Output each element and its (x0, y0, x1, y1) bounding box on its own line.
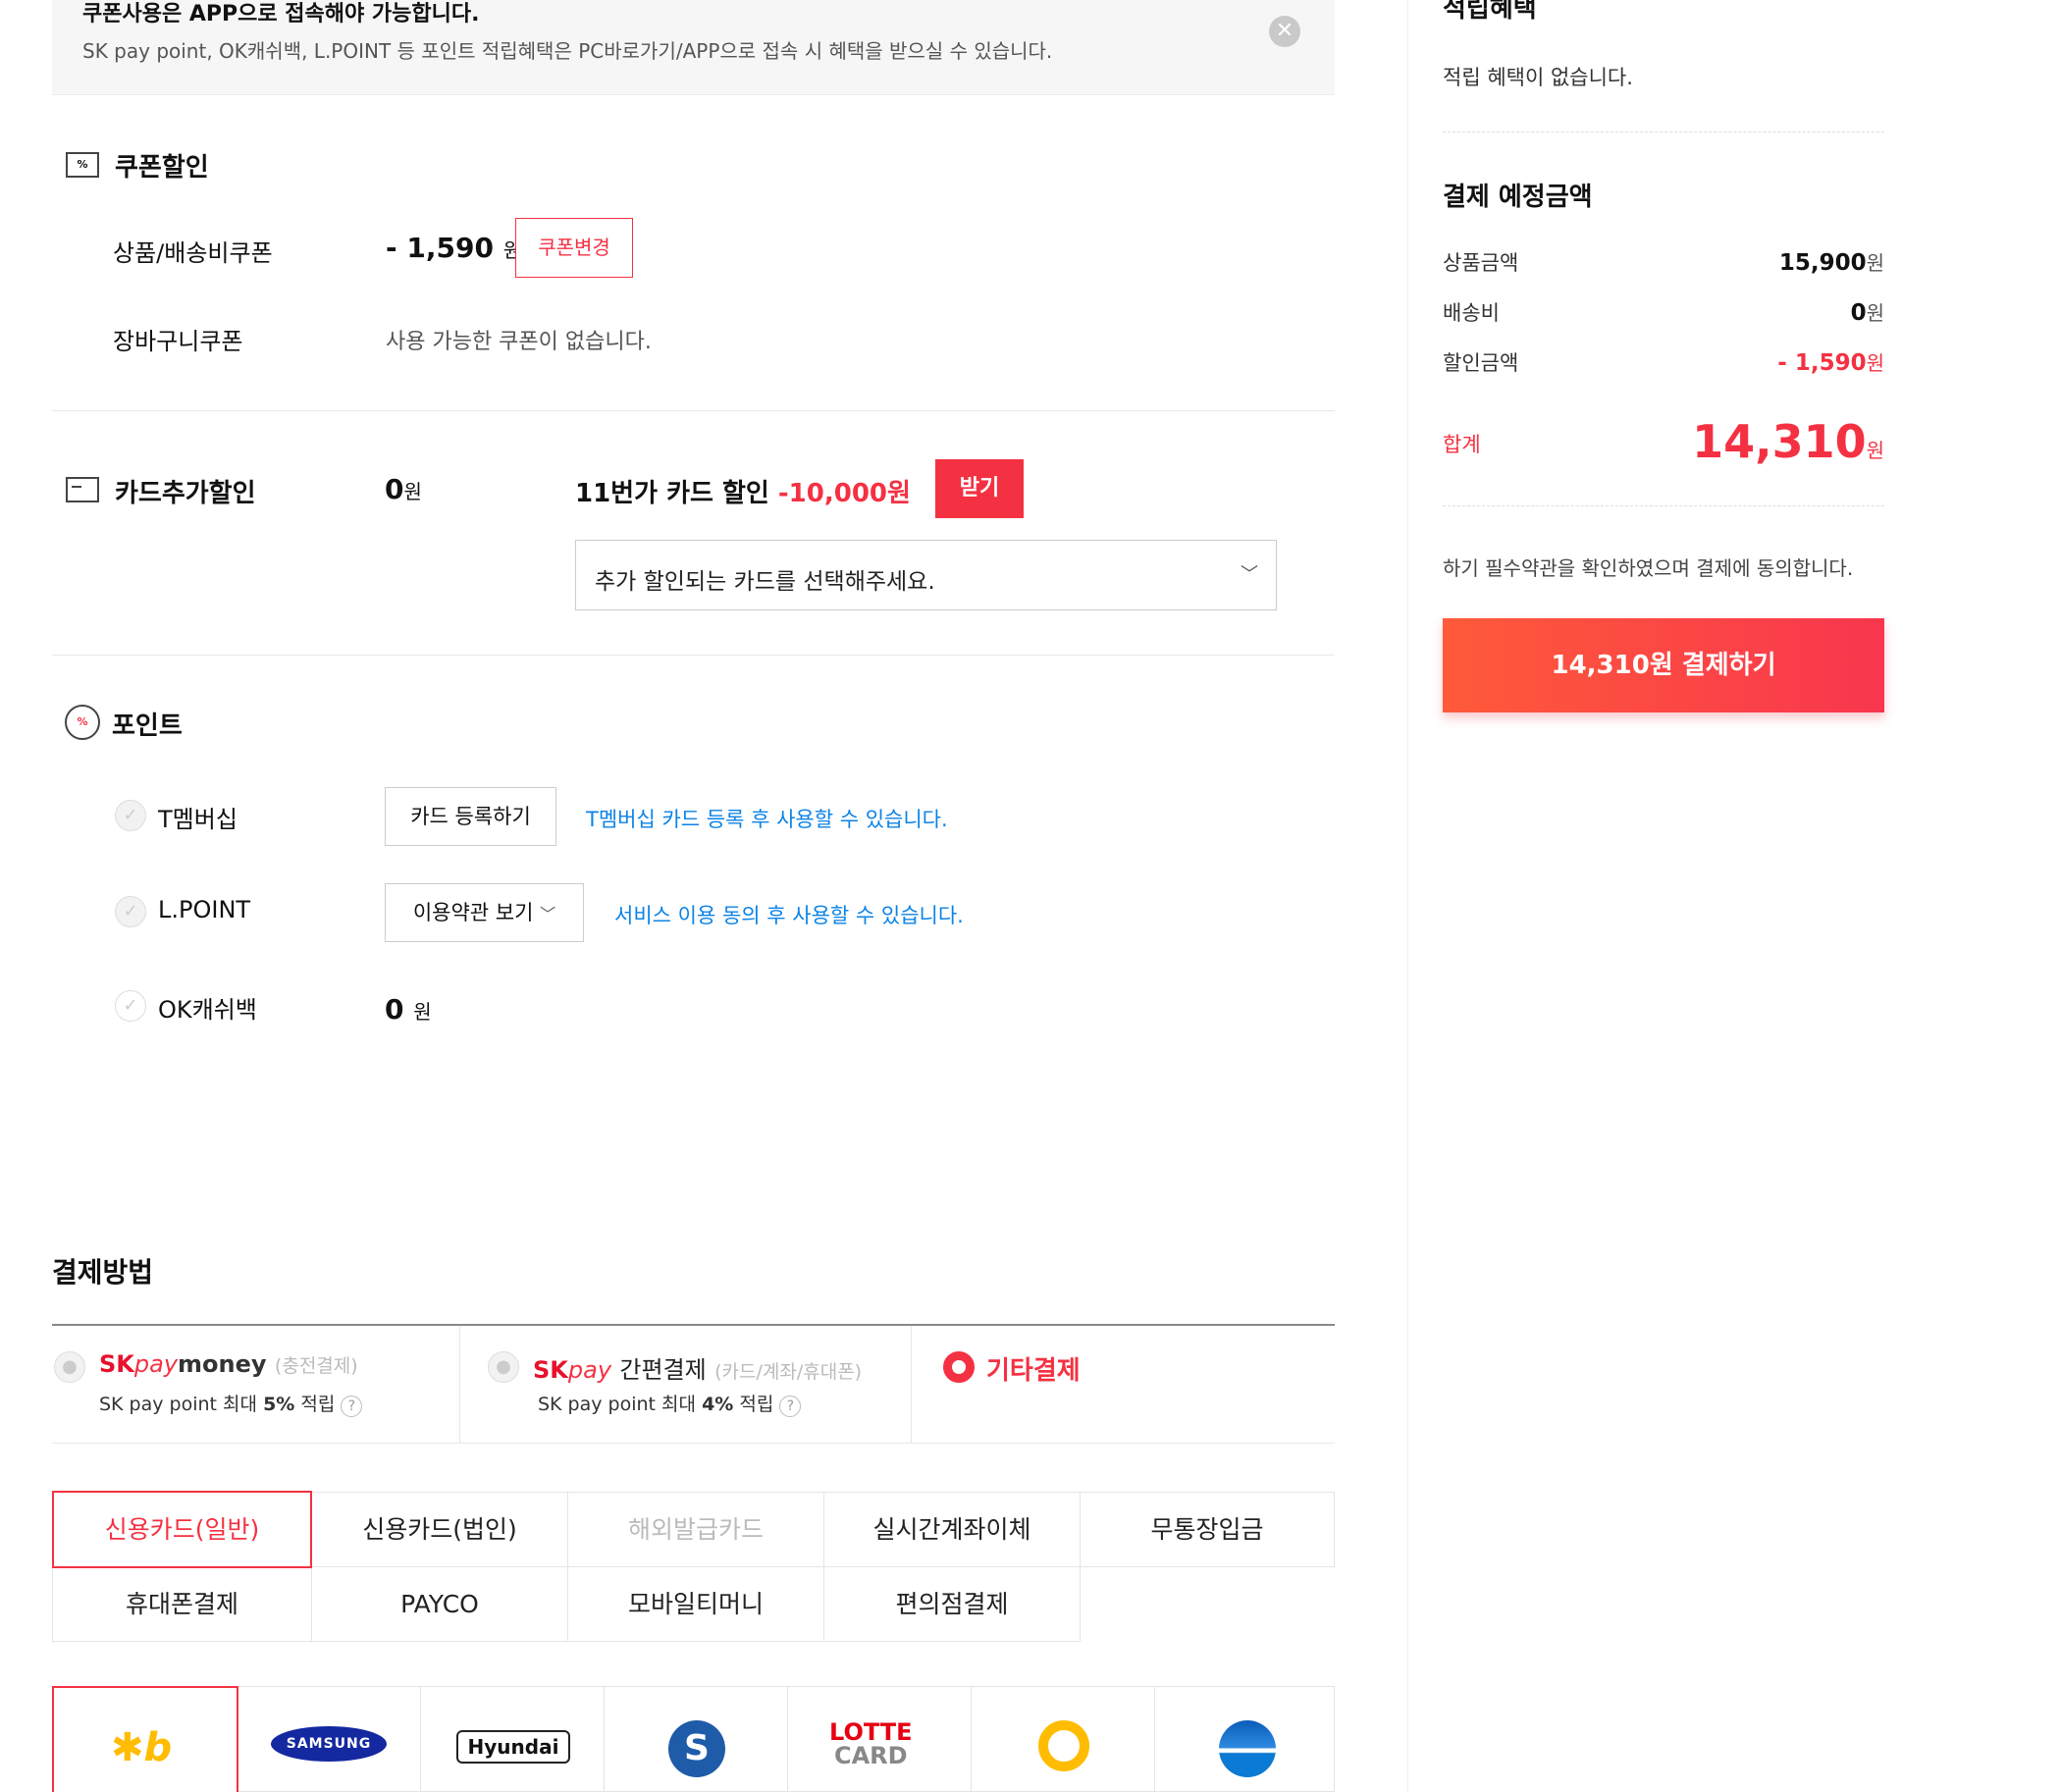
divider (1443, 505, 1884, 506)
t-membership-checkbox[interactable]: ✓ (115, 800, 146, 831)
card-kb[interactable]: ✱b (52, 1686, 238, 1792)
card-samsung[interactable]: SAMSUNG (237, 1686, 421, 1792)
receive-button[interactable]: 받기 (935, 459, 1024, 518)
lpoint-label: L.POINT (158, 896, 251, 923)
cart-coupon-label: 장바구니쿠폰 (113, 328, 243, 355)
cart-coupon-none: 사용 가능한 쿠폰이 없습니다. (386, 330, 652, 354)
skpay-money-radio[interactable]: ● (54, 1351, 85, 1383)
card-select-placeholder: 추가 할인되는 카드를 선택해주세요. (595, 569, 935, 595)
shipping-row: 배송비 0원 (1443, 300, 1884, 326)
card-hyundai[interactable]: Hyundai (420, 1686, 605, 1792)
method-deposit[interactable]: 무통장입금 (1080, 1492, 1335, 1567)
other-payment-radio[interactable] (943, 1351, 975, 1383)
skpay-easy-radio[interactable]: ● (488, 1351, 519, 1383)
discount-row: 할인금액 - 1,590원 (1443, 350, 1884, 376)
card-discount-amount: 0원 (385, 473, 422, 505)
method-overseas-card[interactable]: 해외발급카드 (567, 1492, 824, 1567)
lpoint-checkbox[interactable]: ✓ (115, 896, 146, 927)
coupon-icon: % (66, 152, 99, 178)
card-lotte[interactable]: LOTTE CARD (787, 1686, 972, 1792)
expected-amount-title: 결제 예정금액 (1443, 183, 1593, 212)
divider (52, 655, 1335, 656)
help-icon: ? (779, 1396, 802, 1417)
nh-logo-icon (1038, 1720, 1089, 1771)
method-credit-card[interactable]: 신용카드(일반) (52, 1491, 312, 1568)
okcashbag-label: OK캐쉬백 (158, 996, 257, 1024)
points-icon: % (65, 705, 100, 740)
lpoint-note: 서비스 이용 동의 후 사용할 수 있습니다. (614, 904, 964, 927)
method-phone[interactable]: 휴대폰결제 (52, 1566, 312, 1642)
other-payment-label: 기타결제 (986, 1356, 1081, 1386)
method-convenience-store[interactable]: 편의점결제 (823, 1566, 1081, 1642)
product-coupon-label: 상품/배송비쿠폰 (113, 239, 273, 267)
hyundai-logo-icon: Hyundai (456, 1730, 570, 1764)
total-row: 합계 14,310원 (1443, 415, 1884, 468)
notice-title: 쿠폰사용은 APP으로 접속해야 가능합니다. (82, 2, 480, 26)
kb-logo-icon: ✱b (111, 1725, 173, 1770)
terms-view-button[interactable]: 이용약관 보기 ﹀ (385, 883, 584, 942)
card-shinhan[interactable]: S (604, 1686, 788, 1792)
card-nh[interactable] (971, 1686, 1155, 1792)
skpay-money-brand: SKpaymoney (충전결제) (99, 1350, 358, 1378)
okcashbag-amount: 0 원 (385, 993, 432, 1026)
coupon-section-title: 쿠폰할인 (115, 153, 209, 183)
t-membership-label: T멤버십 (158, 806, 238, 833)
card-offer-text: 11번가 카드 할인 -10,000원 (575, 479, 911, 508)
chevron-down-icon: ﹀ (1241, 564, 1258, 585)
earn-benefit-none: 적립 혜택이 없습니다. (1443, 66, 1633, 89)
payment-method-title: 결제방법 (52, 1256, 154, 1289)
samsung-logo-icon: SAMSUNG (271, 1726, 387, 1762)
method-mobile-tmoney[interactable]: 모바일티머니 (567, 1566, 824, 1642)
skpay-easy-option[interactable]: ● SKpay 간편결제 (카드/계좌/휴대폰) SK pay point 최대… (460, 1326, 912, 1444)
divider (52, 410, 1335, 411)
skpay-easy-brand: SKpay 간편결제 (카드/계좌/휴대폰) (533, 1356, 863, 1384)
lotte-logo-icon: LOTTE CARD (829, 1718, 913, 1769)
product-coupon-amount: - 1,590 원 (386, 232, 522, 264)
chevron-down-icon: ﹀ (540, 905, 556, 923)
close-icon[interactable]: ✕ (1269, 16, 1300, 47)
skpay-money-option[interactable]: ● SKpaymoney (충전결제) SK pay point 최대 5% 적… (52, 1326, 460, 1444)
okcashbag-checkbox[interactable]: ✓ (115, 990, 146, 1022)
register-card-button[interactable]: 카드 등록하기 (385, 787, 556, 846)
method-payco[interactable]: PAYCO (311, 1566, 568, 1642)
t-membership-note: T멤버십 카드 등록 후 사용할 수 있습니다. (586, 808, 948, 831)
other-payment-option[interactable]: 기타결제 (912, 1326, 1335, 1444)
card-woori[interactable] (1154, 1686, 1335, 1792)
panel-divider (1407, 0, 1408, 1792)
card-icon (66, 477, 99, 502)
coupon-notice-banner: 쿠폰사용은 APP으로 접속해야 가능합니다. SK pay point, OK… (52, 0, 1335, 95)
help-icon: ? (341, 1396, 363, 1417)
agreement-text: 하기 필수약관을 확인하였으며 결제에 동의합니다. (1443, 556, 1854, 580)
product-price-row: 상품금액 15,900원 (1443, 250, 1884, 276)
coupon-change-button[interactable]: 쿠폰변경 (515, 218, 633, 278)
shinhan-logo-icon: S (668, 1720, 725, 1777)
woori-logo-icon (1219, 1720, 1276, 1777)
card-discount-title: 카드추가할인 (115, 479, 256, 508)
method-corporate-card[interactable]: 신용카드(법인) (311, 1492, 568, 1567)
notice-description: SK pay point, OK캐쉬백, L.POINT 등 포인트 적립혜택은… (82, 39, 1053, 63)
skpay-easy-point: SK pay point 최대 4% 적립 ? (538, 1390, 802, 1417)
pay-button[interactable]: 14,310원 결제하기 (1443, 618, 1884, 712)
method-bank-transfer[interactable]: 실시간계좌이체 (823, 1492, 1081, 1567)
skpay-money-point: SK pay point 최대 5% 적립 ? (99, 1390, 363, 1417)
earn-benefit-title: 적립혜택 (1443, 0, 1537, 24)
points-title: 포인트 (112, 712, 183, 741)
card-select-dropdown[interactable]: 추가 할인되는 카드를 선택해주세요. ﹀ (575, 540, 1277, 610)
